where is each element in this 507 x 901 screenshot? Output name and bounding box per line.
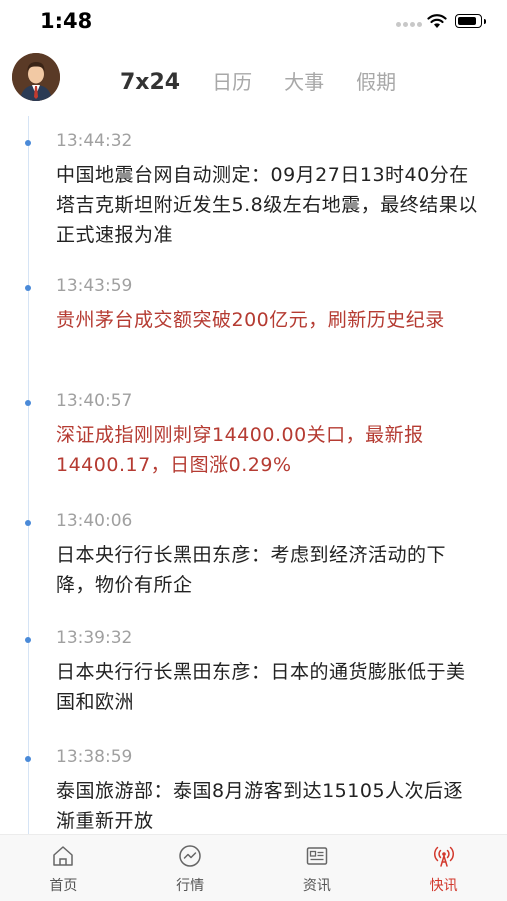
avatar[interactable] (12, 53, 60, 101)
battery-icon (455, 14, 486, 28)
news-text: 深证成指刚刚刺穿14400.00关口，最新报14400.17，日图涨0.29% (56, 424, 424, 476)
broadcast-icon (433, 846, 454, 867)
nav-flash-label: 快讯 (429, 878, 458, 894)
nav-market-label: 行情 (176, 878, 205, 894)
wifi-icon (427, 14, 447, 28)
news-text: 日本央行行长黑田东彦：考虑到经济活动的下降，物价有所企 (56, 544, 447, 596)
avatar-image (12, 53, 60, 101)
news-text: 贵州茅台成交额突破200亿元，刷新历史纪录 (56, 309, 445, 331)
news-time: 13:44:32 (56, 131, 133, 151)
timeline-dot (25, 637, 31, 643)
nav-news[interactable]: 资讯 (254, 835, 381, 901)
timeline-dot (25, 400, 31, 406)
status-bar: 1:48 (0, 0, 507, 44)
news-text: 中国地震台网自动测定：09月27日13时40分在塔吉克斯坦附近发生5.8级左右地… (56, 164, 478, 246)
news-text: 日本央行行长黑田东彦：日本的通货膨胀低于美国和欧洲 (56, 661, 466, 713)
news-flash-feed[interactable]: 13:44:32 中国地震台网自动测定：09月27日13时40分在塔吉克斯坦附近… (0, 116, 507, 834)
home-icon (53, 846, 74, 866)
signal-icon (396, 22, 422, 27)
news-time: 13:40:06 (56, 511, 133, 531)
tab-major-events[interactable]: 大事 (284, 66, 324, 95)
news-time: 13:39:32 (56, 628, 133, 648)
tab-7x24[interactable]: 7x24 (120, 70, 180, 95)
timeline-dot (25, 756, 31, 762)
header: 7x24 日历 大事 假期 (0, 48, 507, 108)
timeline-dot (25, 140, 31, 146)
nav-flash[interactable]: 快讯 (380, 835, 507, 901)
news-time: 13:38:59 (56, 747, 133, 767)
nav-home-label: 首页 (49, 878, 78, 894)
bottom-nav: 首页 行情 资讯 快讯 (0, 834, 507, 901)
news-icon (306, 847, 328, 865)
timeline-line (28, 116, 29, 834)
nav-news-label: 资讯 (302, 878, 331, 894)
top-tabs: 7x24 日历 大事 假期 (120, 66, 428, 95)
tab-holidays[interactable]: 假期 (356, 66, 396, 95)
timeline-dot (25, 285, 31, 291)
news-text: 泰国旅游部：泰国8月游客到达15105人次后逐渐重新开放 (56, 780, 464, 832)
status-time: 1:48 (40, 9, 93, 33)
nav-home[interactable]: 首页 (0, 835, 127, 901)
timeline-dot (25, 520, 31, 526)
news-time: 13:43:59 (56, 276, 133, 296)
market-trend-icon (179, 845, 201, 867)
news-time: 13:40:57 (56, 391, 133, 411)
nav-market[interactable]: 行情 (127, 835, 254, 901)
tab-calendar[interactable]: 日历 (212, 66, 252, 95)
